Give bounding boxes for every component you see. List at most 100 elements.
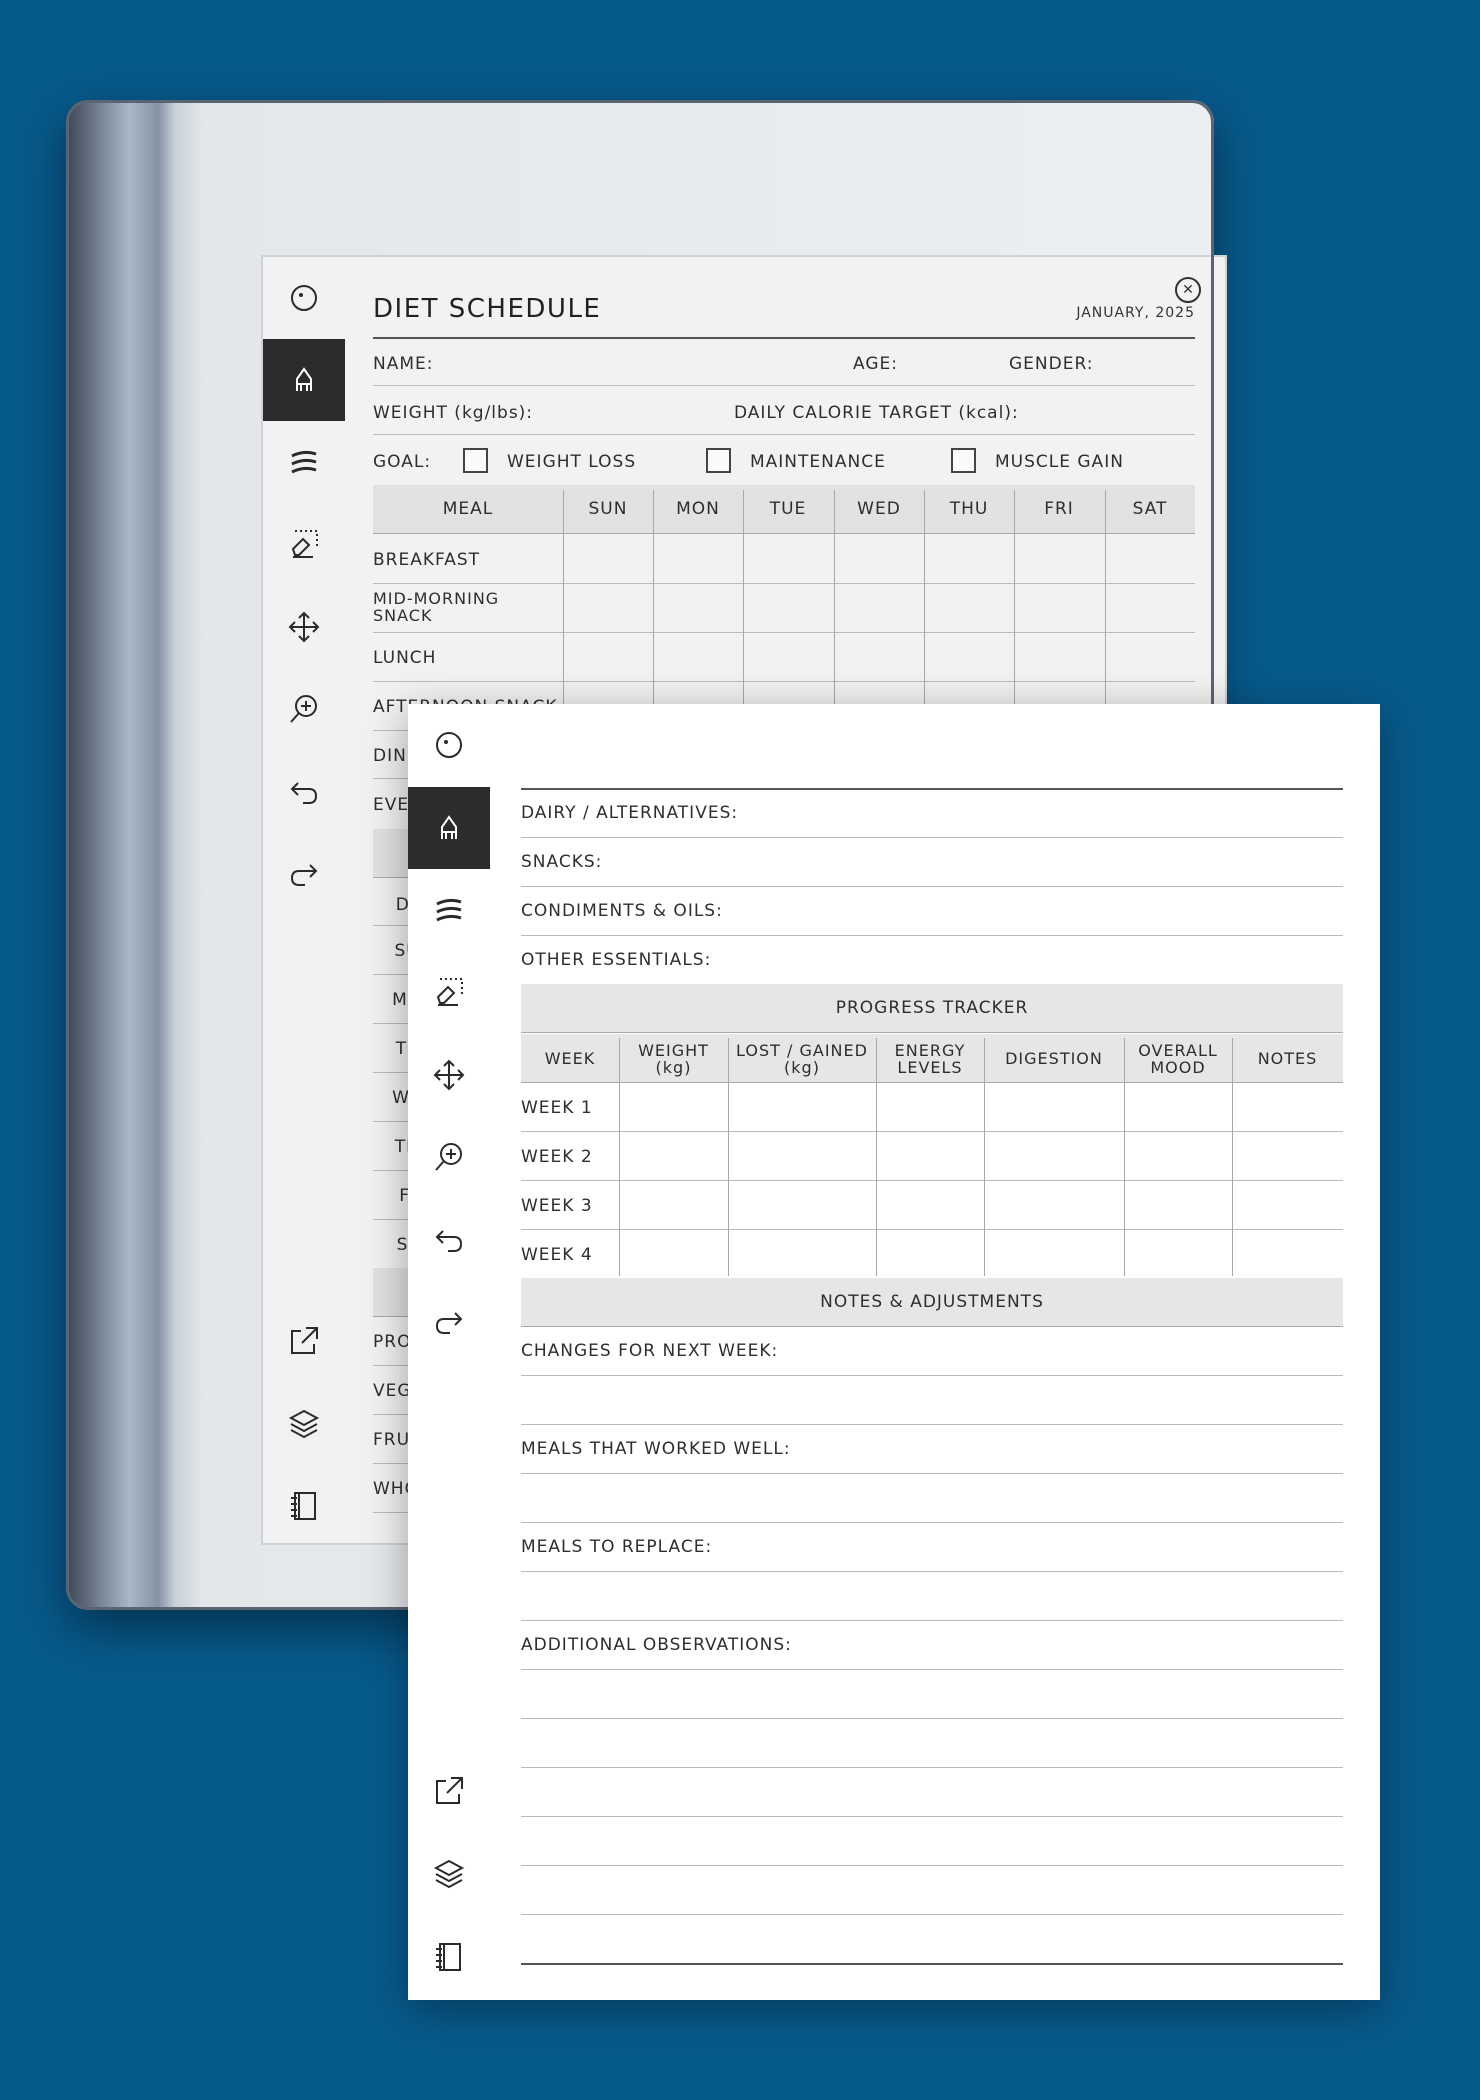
progress-header-weight: WEIGHT (kg) bbox=[638, 1040, 709, 1077]
title-divider bbox=[373, 337, 1195, 339]
divider bbox=[521, 1180, 1343, 1181]
notes-label: CHANGES FOR NEXT WEEK: bbox=[521, 1341, 779, 1361]
pen-tool-button[interactable] bbox=[263, 339, 345, 421]
zoom-tool-button[interactable] bbox=[263, 668, 345, 750]
progress-tracker-title: PROGRESS TRACKER bbox=[521, 984, 1343, 1033]
menu-button[interactable] bbox=[263, 257, 345, 339]
day-header-sat: SAT bbox=[1132, 499, 1168, 519]
grocery-label: OTHER ESSENTIALS: bbox=[521, 950, 712, 970]
divider bbox=[373, 385, 1195, 386]
redo-button[interactable] bbox=[408, 1281, 490, 1363]
column-divider bbox=[619, 1038, 620, 1276]
goal-label: GOAL: bbox=[373, 452, 432, 472]
divider bbox=[521, 837, 1343, 838]
bottom-divider bbox=[521, 1963, 1343, 1965]
weight-loss-checkbox[interactable] bbox=[463, 448, 488, 473]
day-header-fri: FRI bbox=[1044, 499, 1074, 519]
writing-line bbox=[521, 1473, 1343, 1474]
select-tool-button[interactable] bbox=[408, 951, 490, 1033]
divider bbox=[373, 632, 1195, 633]
menu-dot-icon bbox=[432, 728, 466, 762]
day-header-mon: MON bbox=[676, 499, 720, 519]
progress-header-mood: OVERALL MOOD bbox=[1138, 1040, 1218, 1077]
notebook-icon bbox=[287, 1489, 321, 1523]
column-divider bbox=[876, 1038, 877, 1276]
undo-button[interactable] bbox=[408, 1199, 490, 1281]
move-tool-button[interactable] bbox=[263, 586, 345, 668]
writing-line bbox=[521, 1865, 1343, 1866]
zoom-tool-button[interactable] bbox=[408, 1116, 490, 1198]
muscle-gain-label: MUSCLE GAIN bbox=[995, 452, 1124, 472]
undo-icon bbox=[287, 775, 321, 809]
muscle-gain-checkbox[interactable] bbox=[951, 448, 976, 473]
divider bbox=[373, 681, 1195, 682]
writing-line bbox=[521, 1914, 1343, 1915]
redo-button[interactable] bbox=[263, 833, 345, 915]
calorie-target-label: DAILY CALORIE TARGET (kcal): bbox=[734, 403, 1019, 423]
toolbar-back bbox=[263, 257, 345, 1543]
day-header-thu: THU bbox=[949, 499, 989, 519]
grocery-label: DAIRY / ALTERNATIVES: bbox=[521, 803, 739, 823]
column-divider bbox=[1124, 1038, 1125, 1276]
meal-column-header: MEAL bbox=[442, 499, 494, 519]
select-tool-button[interactable] bbox=[263, 503, 345, 585]
maintenance-checkbox[interactable] bbox=[706, 448, 731, 473]
writing-line bbox=[521, 1424, 1343, 1425]
week-row-label: WEEK 2 bbox=[521, 1147, 593, 1167]
menu-button[interactable] bbox=[408, 704, 490, 786]
divider bbox=[373, 434, 1195, 435]
column-divider bbox=[984, 1038, 985, 1276]
close-icon[interactable]: ✕ bbox=[1175, 277, 1201, 303]
writing-line bbox=[521, 1620, 1343, 1621]
grocery-label: CONDIMENTS & OILS: bbox=[521, 901, 723, 921]
day-header-sun: SUN bbox=[588, 499, 628, 519]
writing-line bbox=[521, 1718, 1343, 1719]
stroke-width-button[interactable] bbox=[408, 869, 490, 951]
redo-icon bbox=[287, 857, 321, 891]
divider bbox=[521, 1229, 1343, 1230]
notebook-button[interactable] bbox=[408, 1916, 490, 1998]
writing-line bbox=[521, 1816, 1343, 1817]
writing-line bbox=[521, 1522, 1343, 1523]
day-header-tue: TUE bbox=[769, 499, 807, 519]
move-icon bbox=[287, 610, 321, 644]
export-button[interactable] bbox=[408, 1750, 490, 1832]
notes-adjustments-title: NOTES & ADJUSTMENTS bbox=[521, 1278, 1343, 1327]
pen-tool-button[interactable] bbox=[408, 787, 490, 869]
name-label: NAME: bbox=[373, 354, 434, 374]
age-label: AGE: bbox=[853, 354, 898, 374]
progress-header-week: WEEK bbox=[544, 1049, 596, 1068]
meal-row-label: LUNCH bbox=[373, 648, 437, 668]
notes-label: MEALS THAT WORKED WELL: bbox=[521, 1439, 791, 1459]
undo-button[interactable] bbox=[263, 751, 345, 833]
page-title: DIET SCHEDULE bbox=[373, 294, 602, 324]
move-tool-button[interactable] bbox=[408, 1034, 490, 1116]
pen-icon bbox=[287, 363, 321, 397]
writing-line bbox=[521, 1767, 1343, 1768]
stroke-width-icon bbox=[432, 893, 466, 927]
week-row-label: WEEK 1 bbox=[521, 1098, 593, 1118]
layers-icon bbox=[287, 1407, 321, 1441]
week-row-label: WEEK 4 bbox=[521, 1245, 593, 1265]
divider bbox=[521, 935, 1343, 936]
stroke-width-button[interactable] bbox=[263, 421, 345, 503]
weight-label: WEIGHT (kg/lbs): bbox=[373, 403, 534, 423]
undo-icon bbox=[432, 1223, 466, 1257]
progress-header-lost-gained: LOST / GAINED (kg) bbox=[736, 1040, 868, 1077]
zoom-icon bbox=[287, 692, 321, 726]
menu-dot-icon bbox=[287, 281, 321, 315]
notebook-button[interactable] bbox=[263, 1465, 345, 1545]
column-divider bbox=[728, 1038, 729, 1276]
top-divider bbox=[521, 788, 1343, 790]
week-row-label: WEEK 3 bbox=[521, 1196, 593, 1216]
layers-button[interactable] bbox=[263, 1383, 345, 1465]
toolbar-front bbox=[408, 704, 490, 2000]
redo-icon bbox=[432, 1305, 466, 1339]
pen-icon bbox=[432, 811, 466, 845]
progress-header-notes: NOTES bbox=[1257, 1049, 1318, 1068]
front-page: DAIRY / ALTERNATIVES: SNACKS: CONDIMENTS… bbox=[408, 704, 1380, 2000]
writing-line bbox=[521, 1375, 1343, 1376]
export-button[interactable] bbox=[263, 1300, 345, 1382]
divider bbox=[373, 583, 1195, 584]
layers-button[interactable] bbox=[408, 1833, 490, 1915]
